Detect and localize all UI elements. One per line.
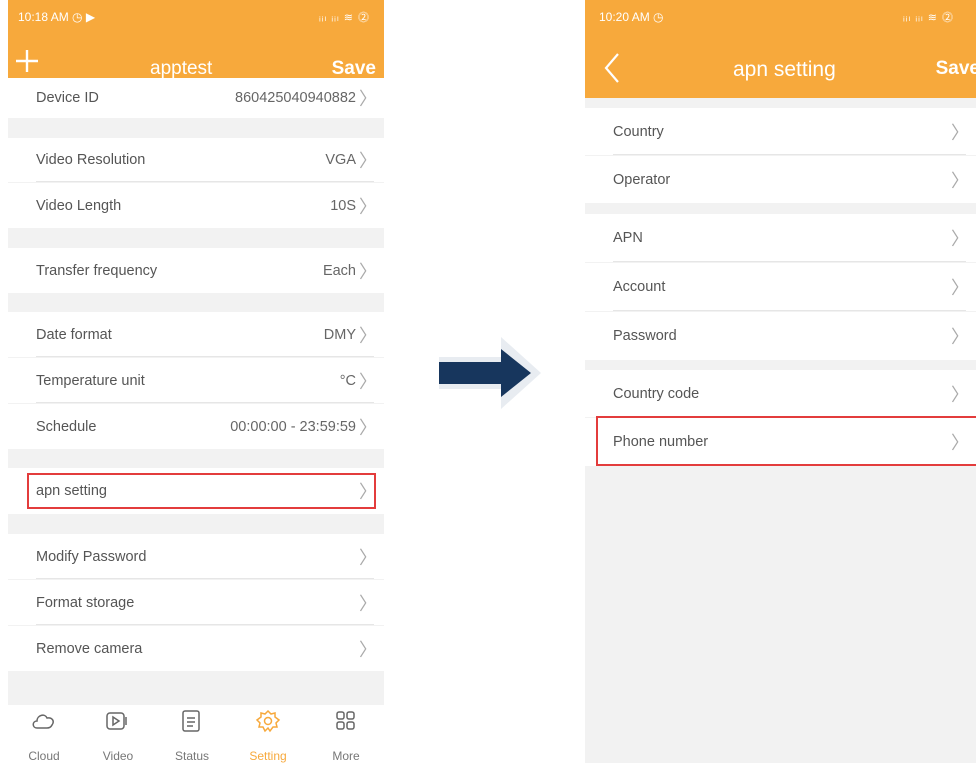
row-label: Account (613, 279, 666, 295)
row-label: Video Resolution (36, 152, 146, 168)
chevron-right-icon: 〉 (359, 325, 377, 346)
tab-cloud[interactable]: Cloud (14, 705, 74, 763)
right-status-icons: ᵢᵢₗ ᵢᵢₗ ≋ ⓶ (903, 12, 954, 24)
more-grid-icon (336, 711, 355, 730)
row-value: VGA (325, 152, 356, 168)
right-top-bar: 10:20 AM ◷ ᵢᵢₗ ᵢᵢₗ ≋ ⓶ apn setting Save (585, 0, 976, 98)
tab-more[interactable]: More (316, 705, 376, 763)
chevron-right-icon: 〉 (951, 122, 969, 143)
apn-row-country[interactable]: Country 〉 (585, 108, 976, 155)
tab-label: Setting (249, 749, 287, 763)
chevron-right-icon: 〉 (359, 547, 377, 568)
apn-row-country-code[interactable]: Country code 〉 (585, 370, 976, 417)
tab-label: More (332, 749, 360, 763)
row-label: Video Length (36, 197, 122, 214)
settings-row[interactable]: Format storage 〉 (8, 580, 384, 625)
cloud-icon (32, 714, 54, 729)
apn-row-account[interactable]: Account 〉 (585, 263, 976, 311)
row-label: Password (613, 328, 677, 344)
bottom-tab-bar: Cloud Video Status Setting More (8, 705, 384, 763)
row-value: 10S (330, 197, 356, 214)
chevron-right-icon: 〉 (951, 327, 969, 347)
row-label: Date format (36, 326, 112, 343)
chevron-right-icon: 〉 (951, 278, 969, 298)
right-status-time: 10:20 AM ◷ (599, 10, 664, 24)
apn-row-operator[interactable]: Operator 〉 (585, 156, 976, 203)
status-icon (182, 710, 200, 732)
right-arrow-icon (439, 337, 545, 414)
settings-row[interactable]: Temperature unit °C 〉 (8, 358, 384, 403)
row-label: Temperature unit (36, 372, 145, 389)
chevron-right-icon: 〉 (951, 229, 969, 249)
row-label: Country code (613, 385, 700, 402)
row-label: Remove camera (36, 640, 143, 657)
tab-status[interactable]: Status (162, 705, 222, 763)
row-label: Operator (613, 171, 671, 188)
chevron-right-icon: 〉 (951, 384, 969, 405)
settings-row[interactable]: Modify Password 〉 (8, 534, 384, 579)
right-page-title: apn setting (733, 58, 836, 81)
tab-video[interactable]: Video (88, 705, 148, 763)
row-value: 00:00:00 - 23:59:59 (230, 418, 356, 435)
row-label: Schedule (36, 418, 97, 435)
tab-label: Cloud (28, 749, 60, 763)
chevron-right-icon: 〉 (359, 639, 377, 660)
back-chevron-icon[interactable] (603, 52, 621, 89)
right-phone-screen: 10:20 AM ◷ ᵢᵢₗ ᵢᵢₗ ≋ ⓶ apn setting Save … (585, 0, 976, 763)
chevron-right-icon: 〉 (359, 261, 377, 282)
chevron-right-icon: 〉 (359, 196, 377, 217)
chevron-right-icon: 〉 (359, 417, 377, 438)
tab-label: Status (174, 749, 210, 763)
chevron-right-icon: 〉 (951, 170, 969, 191)
row-label: Country (613, 123, 664, 140)
chevron-right-icon: 〉 (359, 151, 377, 171)
settings-row[interactable]: Date format DMY 〉 (8, 312, 384, 357)
tab-label: Video (102, 749, 134, 763)
apn-row-password[interactable]: Password 〉 (585, 312, 976, 360)
chevron-right-icon: 〉 (359, 593, 377, 614)
settings-row[interactable]: Schedule 00:00:00 - 23:59:59 〉 (8, 404, 384, 449)
chevron-right-icon: 〉 (359, 371, 377, 392)
row-label: APN (613, 230, 643, 246)
row-label: Transfer frequency (36, 262, 158, 279)
row-value: Each (322, 262, 356, 279)
apn-row-apn[interactable]: APN 〉 (585, 214, 976, 262)
settings-row[interactable]: Transfer frequency Each 〉 (8, 248, 384, 293)
settings-row[interactable]: Video Resolution VGA 〉 (8, 138, 384, 182)
apn-setting-highlight (27, 473, 376, 509)
row-value: °C (339, 372, 356, 389)
row-label: Format storage (36, 594, 135, 611)
video-icon (106, 712, 127, 730)
settings-row[interactable]: Video Length 10S 〉 (8, 183, 384, 228)
row-label: Modify Password (36, 548, 147, 565)
gear-icon (255, 709, 281, 733)
left-phone-screen: 10:18 AM ◷ ▶ ᵢᵢₗ ᵢᵢₗ ≋ ⓶ apptest Save De… (8, 0, 384, 763)
tab-setting[interactable]: Setting (238, 705, 298, 763)
right-save-button[interactable]: Save (936, 58, 976, 80)
phone-number-highlight (596, 416, 976, 466)
row-value: DMY (323, 326, 356, 343)
settings-row[interactable]: Remove camera 〉 (8, 626, 384, 671)
